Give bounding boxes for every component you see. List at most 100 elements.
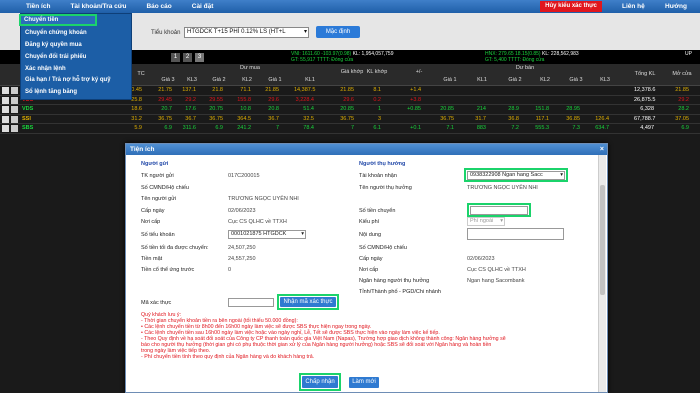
subaccount-value: HTGDCK T+15 PHÍ 0.12% LS (HT+L <box>187 29 286 35</box>
menu-gia-han[interactable]: Gia hạn / Trả nợ hỗ trợ ký quỹ <box>21 75 131 86</box>
advance-value: 0 <box>228 267 232 273</box>
nav-tien-ich[interactable]: Tiền ích <box>0 0 60 13</box>
board-cell: 0.2 <box>373 96 381 103</box>
col-tc: TC <box>137 71 145 77</box>
board-cell: 10.8 <box>240 106 251 112</box>
menu-chuyen-tien[interactable]: Chuyển tiền <box>19 14 97 26</box>
sender-id-label: Số CMND/Hộ chiếu <box>141 185 189 191</box>
sender-section-title: Người gửi <box>141 161 169 167</box>
amount-label: Số tiền chuyển <box>359 208 396 214</box>
board-row[interactable]: SSI 31.2 36.75 36.7 36.75 364.5 36.7 32.5 36.75 3… <box>0 115 700 124</box>
watch-checkbox[interactable] <box>2 87 9 94</box>
board-cell: 151.8 <box>535 106 549 112</box>
board-cell: 6.9 <box>164 125 172 131</box>
sender-issue-date-value: 02/06/2023 <box>228 208 256 214</box>
watch-checkbox[interactable] <box>2 115 9 123</box>
col-kl3-buy: KL3 <box>187 77 197 83</box>
receiver-bank-value: Ngan hang Sacombank <box>467 278 525 284</box>
col-du-mua: Dư mua <box>240 65 260 71</box>
chevron-down-icon: ▾ <box>303 29 307 35</box>
watch-checkbox[interactable] <box>2 96 9 104</box>
board-cell: 29.2 <box>185 96 196 103</box>
receiver-section-title: Người thụ hưởng <box>359 161 406 167</box>
board-cell: 29.55 <box>209 96 223 103</box>
otp-input[interactable] <box>228 298 274 307</box>
accept-button[interactable]: Chấp nhận <box>302 376 338 388</box>
watch-checkbox[interactable] <box>2 125 9 132</box>
subaccount-field-value: 0001021875 HTGDCK <box>231 231 287 237</box>
subaccount-select[interactable]: HTGDCK T+15 PHÍ 0.12% LS (HT+L ▾ <box>184 27 309 38</box>
col-gia2-sell: Giá 2 <box>508 77 522 83</box>
dialog-scrollbar[interactable] <box>598 155 606 392</box>
board-cell: 36.7 <box>268 115 279 122</box>
menu-xac-nhan-lenh[interactable]: Xác nhận lệnh <box>21 63 131 75</box>
chevron-down-icon: ▾ <box>500 218 503 224</box>
top-navigation: Tiền ích Tài khoản/Tra cứu Báo cáo Cài đ… <box>0 0 700 23</box>
hnx-status: GT: 5,400 TTTT: Đóng cửa <box>485 57 545 63</box>
board-cell: 36.7 <box>185 115 196 122</box>
receiver-account-label: Tài khoản nhận <box>359 173 397 179</box>
board-cell: 67,788.7 <box>634 115 656 122</box>
menu-so-lenh[interactable]: Sổ lệnh tăng băng <box>21 86 131 98</box>
content-input[interactable] <box>467 228 564 240</box>
default-button[interactable]: Mặc định <box>316 26 360 38</box>
col-gia-khop: Giá khớp <box>340 69 364 75</box>
board-cell: 311.6 <box>182 125 196 131</box>
fee-type-label: Kiểu phí <box>359 219 380 225</box>
board-row[interactable]: VDS 18.6 20.7 17.6 20.75 10.8 20.8 51.4 20.85 1 +0… <box>0 105 700 115</box>
col-change: +/- <box>415 69 423 75</box>
board-cell: 17.6 <box>185 106 196 112</box>
stock-symbol[interactable]: SBS <box>22 124 33 133</box>
board-cell: 28.9 <box>508 106 519 112</box>
order-icon[interactable] <box>11 125 18 132</box>
nav-tai-khoan[interactable]: Tài khoản/Tra cứu <box>60 0 136 13</box>
order-icon[interactable] <box>11 115 18 123</box>
subaccount-field-label: Số tiểu khoản <box>141 232 175 238</box>
nav-lien-he[interactable]: Liên hệ <box>612 0 655 13</box>
note-line: - Phí chuyển tiền tính theo quy định của… <box>141 354 315 360</box>
page-1-button[interactable]: 1 <box>171 53 180 62</box>
subaccount-label: Tiểu khoản <box>151 30 181 36</box>
reset-button[interactable]: Làm mới <box>349 377 379 388</box>
sender-name-value: TRƯƠNG NGỌC UYÊN NHI <box>228 196 299 202</box>
menu-chuyen-chung-khoan[interactable]: Chuyển chứng khoán <box>21 27 131 39</box>
stock-symbol[interactable]: VDS <box>22 105 33 114</box>
board-cell: 51.4 <box>303 106 314 112</box>
cancel-auth-button[interactable]: Hủy kiểu xác thực <box>540 1 602 12</box>
menu-dang-ky-quyen-mua[interactable]: Đăng ký quyền mua <box>21 39 131 51</box>
watch-checkbox[interactable] <box>2 106 9 113</box>
page-3-button[interactable]: 3 <box>195 53 204 62</box>
nav-cai-dat[interactable]: Cài đặt <box>182 0 224 13</box>
board-cell: 36.8 <box>508 115 519 122</box>
board-cell: +3.8 <box>410 96 421 103</box>
board-cell: +0.85 <box>407 106 421 112</box>
page-2-button[interactable]: 2 <box>183 53 192 62</box>
order-icon[interactable] <box>11 87 18 94</box>
get-otp-button[interactable]: Nhận mã xác thực <box>280 297 336 307</box>
board-cell: 36.85 <box>566 115 580 122</box>
board-cell: 20.7 <box>161 106 172 112</box>
board-cell: 5.9 <box>134 125 142 131</box>
order-icon[interactable] <box>11 106 18 113</box>
board-cell: 20.8 <box>268 106 279 112</box>
receiver-id-label: Số CMND/Hộ chiếu <box>359 245 407 251</box>
board-cell: 31.2 <box>131 115 142 122</box>
receiver-account-select[interactable]: 0938322908 Ngan hang Sacc ▾ <box>467 171 565 180</box>
nav-bao-cao[interactable]: Báo cáo <box>136 0 181 13</box>
stock-symbol[interactable]: SSI <box>22 115 31 124</box>
order-icon[interactable] <box>11 96 18 104</box>
col-kl1-buy: KL1 <box>305 77 315 83</box>
cash-label: Tiền mặt <box>141 256 163 262</box>
amount-input[interactable] <box>470 206 528 215</box>
sender-issue-place-value: Cục CS QLHC về TTXH <box>228 219 287 225</box>
board-cell: 12,378.6 <box>634 87 656 93</box>
subaccount-field-select[interactable]: 0001021875 HTGDCK ▾ <box>228 230 306 239</box>
fee-type-select[interactable]: Phí ngoài ▾ <box>467 217 505 226</box>
board-cell: 555.3 <box>535 125 549 131</box>
scrollbar-thumb[interactable] <box>600 185 605 295</box>
board-cell: 21.85 <box>675 87 689 93</box>
close-icon[interactable]: × <box>600 144 604 155</box>
board-row[interactable]: SBS 5.9 6.9 311.6 6.9 241.2 7 78.4 7 6.1 +0.1 7.1 88… <box>0 124 700 134</box>
receiver-issue-place-value: Cục CS QLHC về TTXH <box>467 267 526 273</box>
menu-chuyen-doi-trai-phieu[interactable]: Chuyển đổi trái phiếu <box>21 51 131 63</box>
